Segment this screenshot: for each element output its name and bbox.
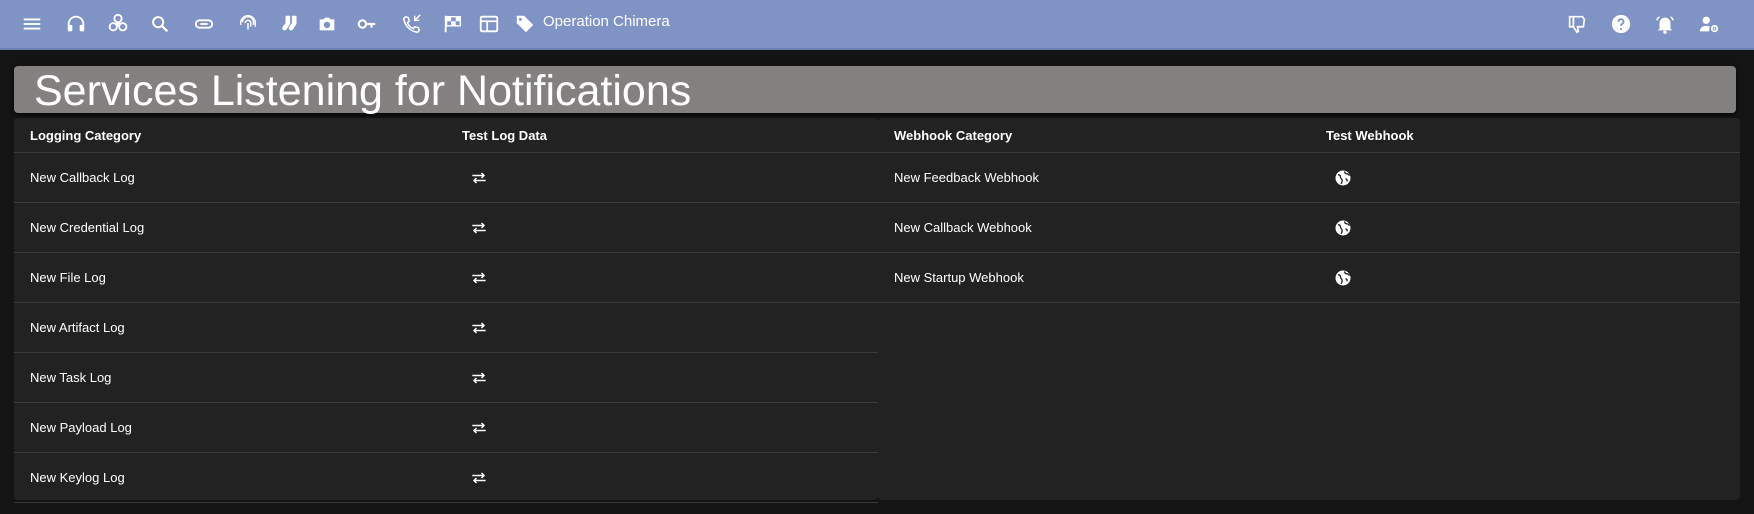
globe-icon[interactable] [1330, 215, 1356, 241]
swap-arrows-icon[interactable] [466, 265, 492, 291]
thumbs-down-icon[interactable] [1564, 11, 1590, 37]
test-log-data-header[interactable]: Test Log Data [462, 128, 547, 143]
operation-name[interactable]: Operation Chimera [543, 13, 670, 30]
logging-category-cell: New Task Log [30, 370, 112, 385]
logging-category-cell: New Payload Log [30, 420, 132, 435]
top-app-bar: Operation Chimera [0, 0, 1754, 50]
page-title-bar: Services Listening for Notifications [14, 66, 1736, 115]
swap-arrows-icon[interactable] [466, 415, 492, 441]
table-row: New Callback Log [14, 153, 878, 203]
headphones-icon[interactable] [63, 11, 89, 37]
globe-icon[interactable] [1330, 165, 1356, 191]
webhook-category-header[interactable]: Webhook Category [894, 128, 1012, 143]
swap-arrows-icon[interactable] [466, 465, 492, 491]
swap-arrows-icon[interactable] [466, 215, 492, 241]
logging-category-cell: New Callback Log [30, 170, 135, 185]
globe-icon[interactable] [1330, 265, 1356, 291]
help-icon[interactable] [1608, 11, 1634, 37]
webhook-category-cell: New Callback Webhook [894, 220, 1032, 235]
logging-category-cell: New Credential Log [30, 220, 145, 235]
alarm-bell-icon[interactable] [1652, 11, 1678, 37]
page-title: Services Listening for Notifications [34, 67, 692, 115]
logging-category-cell: New Artifact Log [30, 320, 125, 335]
logging-table-header: Logging Category Test Log Data [14, 118, 878, 153]
webhook-category-cell: New Startup Webhook [894, 270, 1024, 285]
table-row: New File Log [14, 253, 878, 303]
webhook-table: Webhook Category Test Webhook New Feedba… [878, 118, 1740, 500]
user-settings-icon[interactable] [1696, 11, 1722, 37]
webhook-category-cell: New Feedback Webhook [894, 170, 1040, 185]
table-icon[interactable] [476, 11, 502, 37]
table-row: New Artifact Log [14, 303, 878, 353]
key-icon[interactable] [354, 11, 380, 37]
table-row: New Callback Webhook [878, 203, 1740, 253]
camera-icon[interactable] [314, 11, 340, 37]
test-webhook-header[interactable]: Test Webhook [1326, 128, 1414, 143]
checkered-flag-icon[interactable] [440, 11, 466, 37]
table-row: New Feedback Webhook [878, 153, 1740, 203]
hamburger-menu-icon[interactable] [19, 11, 45, 37]
swap-arrows-icon[interactable] [466, 365, 492, 391]
table-row: New Task Log [14, 353, 878, 403]
swap-arrows-icon[interactable] [466, 165, 492, 191]
webhook-table-header: Webhook Category Test Webhook [878, 118, 1740, 153]
table-row: New Payload Log [14, 403, 878, 453]
table-row: New Keylog Log [14, 453, 878, 503]
biohazard-icon[interactable] [105, 11, 131, 37]
logging-table: Logging Category Test Log Data New Callb… [14, 118, 878, 503]
search-icon[interactable] [147, 11, 173, 37]
tag-icon[interactable] [512, 11, 538, 37]
socks-icon[interactable] [278, 11, 304, 37]
swap-arrows-icon[interactable] [466, 315, 492, 341]
paperclip-icon[interactable] [191, 11, 217, 37]
logging-category-cell: New File Log [30, 270, 106, 285]
phone-callback-icon[interactable] [399, 11, 425, 37]
fingerprint-icon[interactable] [235, 11, 261, 37]
table-row: New Startup Webhook [878, 253, 1740, 303]
table-row: New Credential Log [14, 203, 878, 253]
logging-category-header[interactable]: Logging Category [30, 128, 141, 143]
logging-category-cell: New Keylog Log [30, 470, 125, 485]
